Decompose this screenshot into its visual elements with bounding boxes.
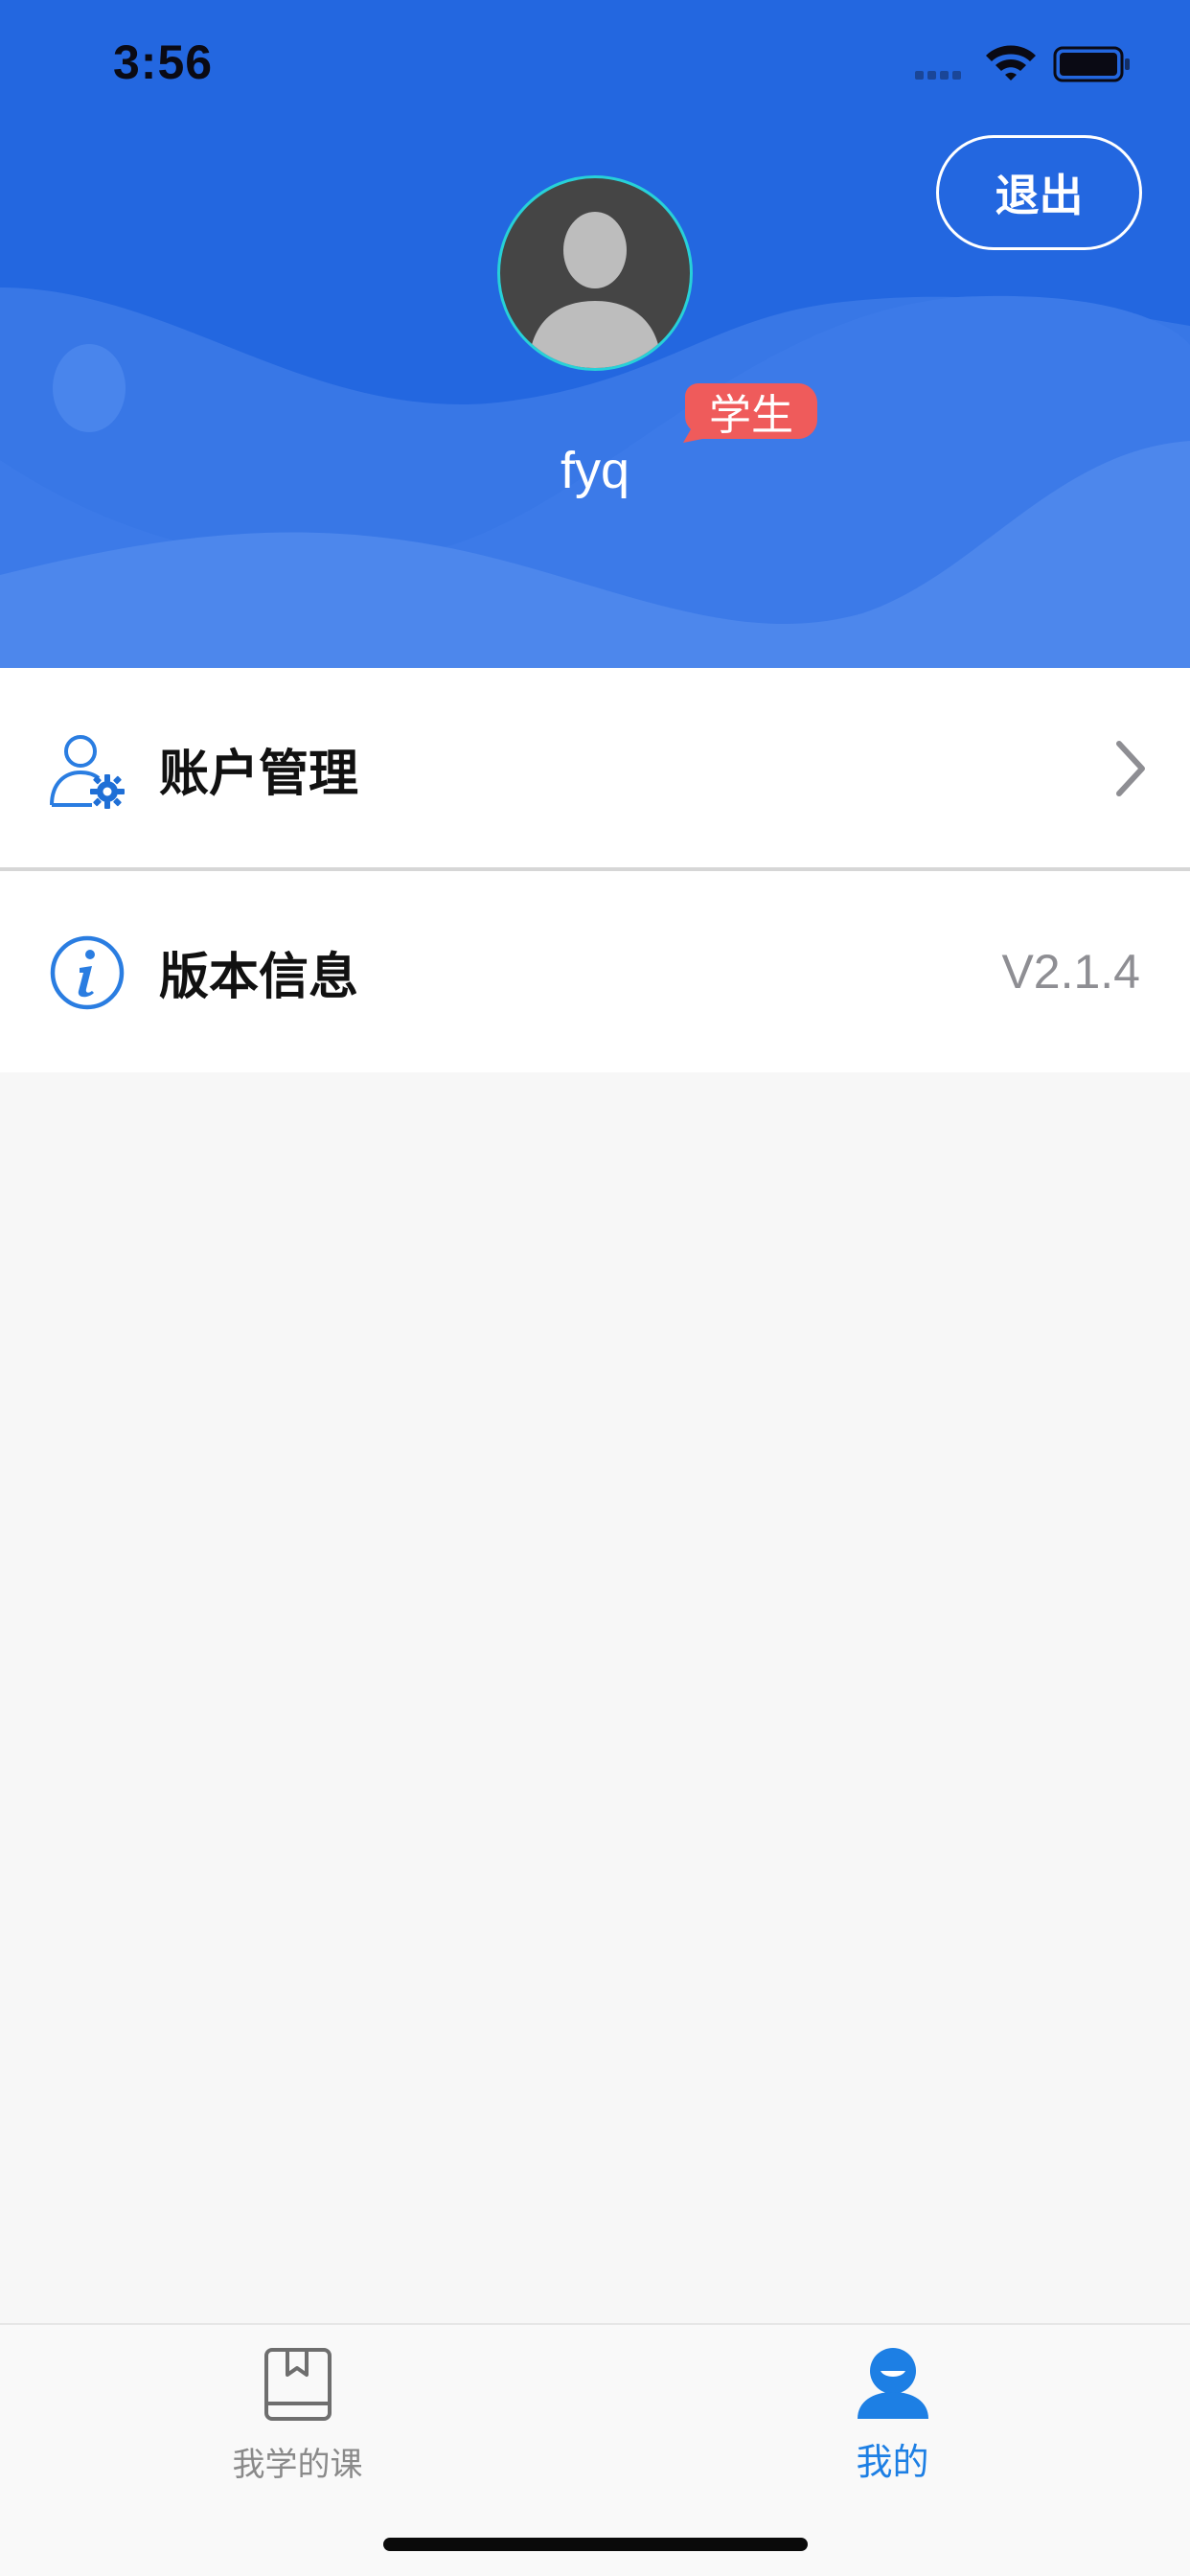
version-value: V2.1.4 bbox=[1001, 945, 1140, 999]
info-icon bbox=[50, 935, 125, 1010]
person-icon bbox=[858, 2348, 928, 2419]
tab-my-courses[interactable]: 我学的课 bbox=[0, 2325, 595, 2517]
version-info-label: 版本信息 bbox=[159, 948, 359, 1006]
tab-my-courses-label: 我学的课 bbox=[232, 2446, 363, 2484]
book-icon bbox=[264, 2348, 332, 2421]
tab-mine[interactable]: 我的 bbox=[595, 2325, 1190, 2517]
default-avatar-icon bbox=[529, 212, 661, 368]
role-badge: 学生 bbox=[679, 383, 817, 443]
signal-icon bbox=[915, 71, 961, 80]
home-indicator[interactable] bbox=[383, 2538, 808, 2551]
tab-mine-label: 我的 bbox=[856, 2441, 929, 2483]
wifi-icon bbox=[986, 45, 1036, 80]
status-time: 3:56 bbox=[113, 35, 214, 89]
logout-button[interactable]: 退出 bbox=[936, 135, 1142, 250]
role-badge-text: 学生 bbox=[709, 391, 793, 440]
profile-header: 3:56 退出 学生 fyq bbox=[0, 0, 1190, 668]
chevron-right-icon bbox=[1116, 741, 1145, 796]
profile-screen: 3:56 退出 学生 fyq 账户管理 版本信息 V2.1.4 我学的课 我的 bbox=[0, 0, 1190, 2576]
username: fyq bbox=[560, 442, 630, 499]
version-info-row: 版本信息 V2.1.4 bbox=[0, 871, 1190, 1072]
avatar[interactable] bbox=[497, 175, 693, 371]
user-gear-icon bbox=[50, 735, 125, 809]
status-indicators bbox=[915, 45, 1130, 82]
battery-icon bbox=[1053, 46, 1130, 82]
account-management-label: 账户管理 bbox=[159, 745, 359, 803]
account-management-row[interactable]: 账户管理 bbox=[0, 668, 1190, 869]
